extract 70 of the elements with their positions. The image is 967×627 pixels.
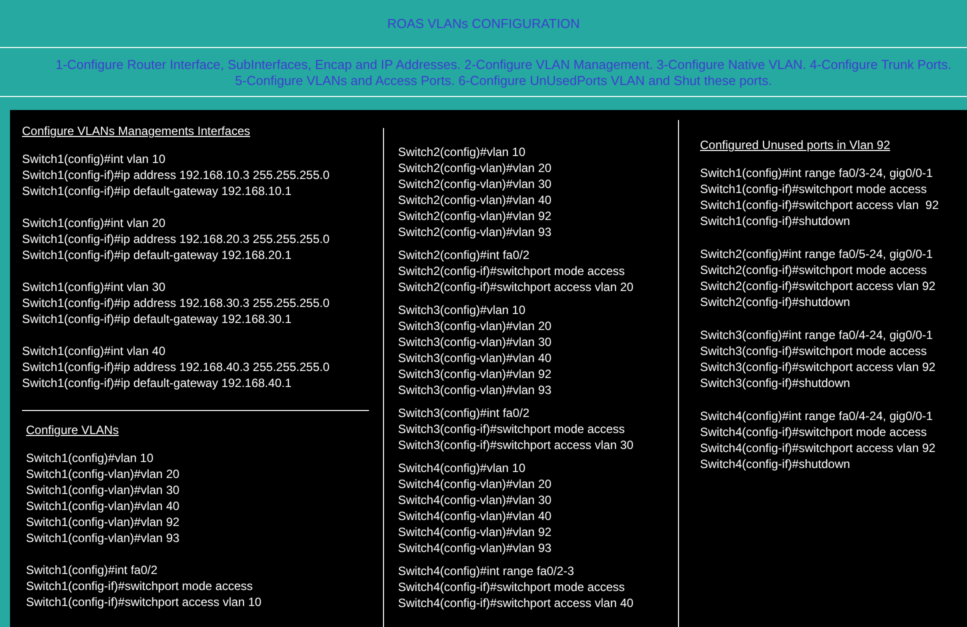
command-line: Switch4(config-vlan)#vlan 20 — [398, 476, 552, 492]
command-line: Switch1(config-vlan)#vlan 92 — [26, 514, 180, 530]
instruction-text: 5-Configure VLANs and Access Ports. 6-Configure UnUsedPorts VLAN and Shut these ports. — [235, 72, 772, 88]
command-line: Switch4(config-if)#switchport mode access — [398, 579, 625, 595]
command-line: Switch1(config-if)#switchport access vlan 92 — [700, 197, 939, 213]
command-line: Switch2(config-vlan)#vlan 40 — [398, 192, 552, 208]
command-line: Switch1(config)#int vlan 40 — [22, 343, 166, 359]
command-line: Switch2(config-if)#switchport access vlan 20 — [398, 279, 634, 295]
command-line: Switch4(config-vlan)#vlan 30 — [398, 492, 552, 508]
page-title: ROAS VLANs CONFIGURATION — [387, 14, 580, 33]
command-line: Switch3(config-vlan)#vlan 30 — [398, 334, 552, 350]
command-line: Switch2(config-vlan)#vlan 92 — [398, 208, 552, 224]
command-line: Switch4(config-vlan)#vlan 93 — [398, 540, 552, 556]
command-line: Switch3(config-if)#switchport access vlan 92 — [700, 359, 936, 375]
command-line: Switch2(config-vlan)#vlan 93 — [398, 224, 552, 240]
command-line: Switch1(config-if)#switchport mode access — [700, 181, 927, 197]
command-line: Switch2(config)#int fa0/2 — [398, 247, 530, 263]
command-line: Switch4(config)#vlan 10 — [398, 460, 526, 476]
command-line: Switch2(config-if)#switchport access vlan 92 — [700, 278, 936, 294]
command-line: Switch4(config-if)#shutdown — [700, 456, 850, 472]
command-line: Switch3(config-vlan)#vlan 92 — [398, 366, 552, 382]
command-line: Switch2(config-if)#shutdown — [700, 294, 850, 310]
command-line: Switch1(config-if)#switchport mode access — [26, 578, 253, 594]
instruction-text: 1-Configure Router Interface, SubInterfaces, Encap and IP Addresses. 2-Configure VLAN Management. 3-Configure Native VLAN. 4-Configure Trunk Ports. — [56, 56, 952, 72]
command-line: Switch3(config-vlan)#vlan 20 — [398, 318, 552, 334]
section-heading: Configured Unused ports in Vlan 92 — [700, 137, 890, 153]
command-line: Switch1(config-if)#ip address 192.168.30.3 255.255.255.0 — [22, 295, 330, 311]
command-line: Switch3(config-vlan)#vlan 93 — [398, 382, 552, 398]
command-line: Switch4(config-if)#switchport access vlan 40 — [398, 595, 634, 611]
section-heading: Configure VLANs Managements Interfaces — [22, 123, 250, 139]
command-line: Switch4(config-vlan)#vlan 92 — [398, 524, 552, 540]
command-line: Switch1(config-vlan)#vlan 30 — [26, 482, 180, 498]
command-line: Switch1(config-if)#ip address 192.168.20.3 255.255.255.0 — [22, 231, 330, 247]
command-line: Switch2(config-if)#switchport mode access — [398, 263, 625, 279]
command-line: Switch3(config)#int range fa0/4-24, gig0/0-1 — [700, 327, 933, 343]
command-line: Switch1(config-if)#ip default-gateway 192.168.30.1 — [22, 311, 292, 327]
command-line: Switch1(config)#int vlan 20 — [22, 215, 166, 231]
command-line: Switch1(config-if)#ip default-gateway 192.168.10.1 — [22, 183, 292, 199]
command-line: Switch1(config-if)#ip address 192.168.40.3 255.255.255.0 — [22, 359, 330, 375]
command-line: Switch1(config)#int vlan 30 — [22, 279, 166, 295]
command-line: Switch2(config-if)#switchport mode access — [700, 262, 927, 278]
command-line: Switch1(config-if)#ip default-gateway 192.168.20.1 — [22, 247, 292, 263]
command-line: Switch4(config-if)#switchport mode access — [700, 424, 927, 440]
command-line: Switch1(config-if)#ip address 192.168.10.3 255.255.255.0 — [22, 167, 330, 183]
command-line: Switch1(config-vlan)#vlan 20 — [26, 466, 180, 482]
command-line: Switch3(config-vlan)#vlan 40 — [398, 350, 552, 366]
command-line: Switch2(config)#vlan 10 — [398, 144, 526, 160]
command-line: Switch2(config-vlan)#vlan 20 — [398, 160, 552, 176]
command-line: Switch1(config)#int range fa0/3-24, gig0/0-1 — [700, 165, 933, 181]
command-line: Switch3(config-if)#switchport mode access — [398, 421, 625, 437]
command-line: Switch1(config)#int vlan 10 — [22, 151, 166, 167]
command-line: Switch1(config-if)#switchport access vlan 10 — [26, 594, 262, 610]
command-line: Switch3(config-if)#switchport mode access — [700, 343, 927, 359]
command-line: Switch1(config)#vlan 10 — [26, 450, 154, 466]
command-line: Switch1(config-if)#ip default-gateway 192.168.40.1 — [22, 375, 292, 391]
command-line: Switch1(config-vlan)#vlan 93 — [26, 530, 180, 546]
command-line: Switch4(config)#int range fa0/2-3 — [398, 563, 574, 579]
command-line: Switch2(config)#int range fa0/5-24, gig0/0-1 — [700, 246, 933, 262]
command-line: Switch3(config-if)#shutdown — [700, 375, 850, 391]
command-line: Switch3(config)#int fa0/2 — [398, 405, 530, 421]
command-line: Switch1(config-vlan)#vlan 40 — [26, 498, 180, 514]
command-line: Switch1(config)#int fa0/2 — [26, 562, 158, 578]
command-line: Switch4(config-if)#switchport access vlan 92 — [700, 440, 936, 456]
command-line: Switch3(config)#vlan 10 — [398, 302, 526, 318]
command-line: Switch3(config-if)#switchport access vlan 30 — [398, 437, 634, 453]
command-line: Switch1(config-if)#shutdown — [700, 213, 850, 229]
command-line: Switch4(config)#int range fa0/4-24, gig0/0-1 — [700, 408, 933, 424]
command-line: Switch2(config-vlan)#vlan 30 — [398, 176, 552, 192]
section-heading: Configure VLANs — [26, 422, 119, 438]
command-line: Switch4(config-vlan)#vlan 40 — [398, 508, 552, 524]
